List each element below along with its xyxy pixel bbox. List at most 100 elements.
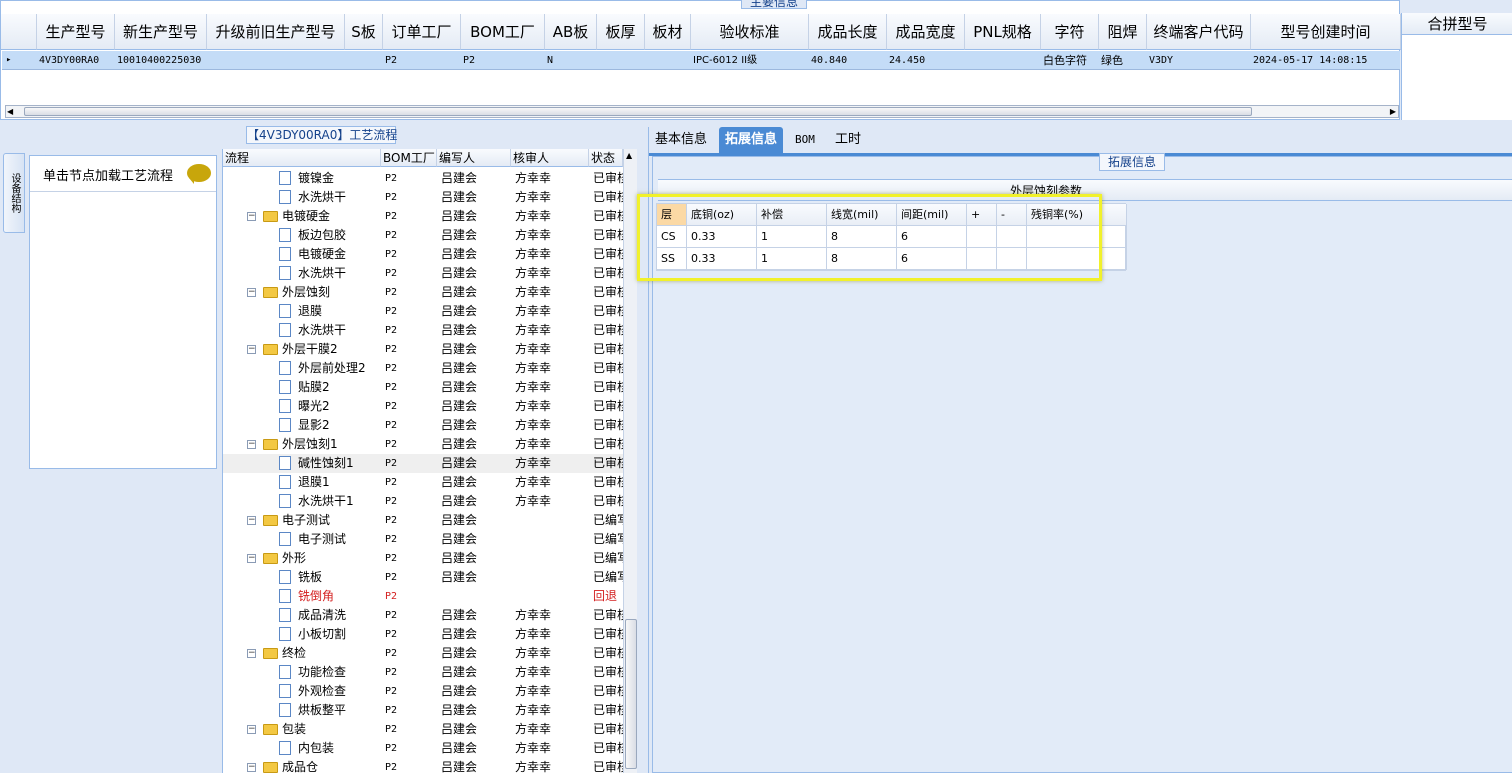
tree-column-header[interactable]: BOM工厂 (381, 149, 437, 167)
column-header[interactable]: 成品长度 (809, 14, 887, 50)
tree-cell-bom: P2 (385, 344, 398, 355)
tree-cell-writer: 吕建会 (441, 228, 478, 242)
tree-cell-reviewer: 方幸幸 (515, 722, 552, 736)
tree-row[interactable]: 退膜 P2 吕建会 方幸幸 已审核 (223, 302, 623, 321)
tab-bom[interactable]: BOM (789, 127, 821, 153)
tree-column-header[interactable]: 编写人 (437, 149, 511, 167)
node-hint-row[interactable]: 单击节点加载工艺流程 (30, 156, 216, 192)
tree-row[interactable]: − 终检 P2 吕建会 方幸幸 已审核 (223, 644, 623, 663)
column-header[interactable]: PNL规格 (965, 14, 1041, 50)
collapse-icon[interactable]: − (247, 345, 256, 354)
collapse-icon[interactable]: − (247, 288, 256, 297)
tree-column-header[interactable]: 状态 (589, 149, 623, 167)
column-header[interactable]: S板 (345, 14, 383, 50)
column-header[interactable]: AB板 (545, 14, 597, 50)
tree-row[interactable]: 内包装 P2 吕建会 方幸幸 已审核 (223, 739, 623, 758)
collapse-icon[interactable]: − (247, 554, 256, 563)
cell-production-model[interactable]: 4V3DY00RA0 (37, 51, 115, 70)
tree-row[interactable]: − 外层蚀刻 P2 吕建会 方幸幸 已审核 (223, 283, 623, 302)
column-header[interactable]: 订单工厂 (383, 14, 461, 50)
column-header[interactable]: BOM工厂 (461, 14, 545, 50)
cell-solder-mask[interactable]: 绿色 (1099, 51, 1147, 70)
collapse-icon[interactable]: − (247, 649, 256, 658)
column-header[interactable]: 板厚 (597, 14, 645, 50)
tree-column-header[interactable]: 流程 (223, 149, 381, 167)
tree-row[interactable]: − 外层干膜2 P2 吕建会 方幸幸 已审核 (223, 340, 623, 359)
scrollbar-thumb[interactable] (24, 107, 1252, 116)
column-header[interactable]: 验收标准 (691, 14, 809, 50)
tree-row[interactable]: 电镀硬金 P2 吕建会 方幸幸 已审核 (223, 245, 623, 264)
cell-character[interactable]: 白色字符 (1041, 51, 1099, 70)
column-header[interactable]: 字符 (1041, 14, 1099, 50)
cell-material[interactable] (645, 51, 691, 70)
tree-row[interactable]: 外观检查 P2 吕建会 方幸幸 已审核 (223, 682, 623, 701)
cell-customer-code[interactable]: V3DY (1147, 51, 1251, 70)
tree-row[interactable]: 镀镍金 P2 吕建会 方幸幸 已审核 (223, 169, 623, 188)
column-header[interactable]: 型号创建时间 (1251, 14, 1401, 50)
cell-thickness[interactable] (597, 51, 645, 70)
collapse-icon[interactable]: − (247, 516, 256, 525)
tree-row[interactable]: 电子测试 P2 吕建会 已编写 (223, 530, 623, 549)
cell-new-model[interactable]: 10010400225030 (115, 51, 207, 70)
cell-width[interactable]: 24.450 (887, 51, 965, 70)
cell-order-factory[interactable]: P2 (383, 51, 461, 70)
cell-pnl[interactable] (965, 51, 1041, 70)
column-header[interactable]: 升级前旧生产型号 (207, 14, 345, 50)
tab-extended-info[interactable]: 拓展信息 (719, 127, 784, 153)
tree-column-header[interactable]: 核审人 (511, 149, 589, 167)
tree-row[interactable]: − 电子测试 P2 吕建会 已编写 (223, 511, 623, 530)
column-header[interactable]: 阻焊 (1099, 14, 1147, 50)
collapse-icon[interactable]: − (247, 763, 256, 772)
tree-row[interactable]: − 外层蚀刻1 P2 吕建会 方幸幸 已审核 (223, 435, 623, 454)
document-icon (279, 494, 291, 508)
tree-cell-writer: 吕建会 (441, 456, 478, 470)
tree-cell-status: 已审核 (593, 684, 623, 698)
scroll-right-icon[interactable]: ▶ (1390, 107, 1396, 116)
cell-length[interactable]: 40.840 (809, 51, 887, 70)
cell-bom-factory[interactable]: P2 (461, 51, 545, 70)
tree-row[interactable]: 水洗烘干1 P2 吕建会 方幸幸 已审核 (223, 492, 623, 511)
horizontal-scrollbar[interactable]: ◀ ▶ (5, 105, 1399, 118)
collapse-icon[interactable]: − (247, 725, 256, 734)
cell-ab-board[interactable]: N (545, 51, 597, 70)
tree-row[interactable]: 功能检查 P2 吕建会 方幸幸 已审核 (223, 663, 623, 682)
cell-acceptance[interactable]: IPC-6012 II级 (691, 51, 809, 70)
tree-row[interactable]: 碱性蚀刻1 P2 吕建会 方幸幸 已审核 (223, 454, 623, 473)
cell-created[interactable]: 2024-05-17 14:08:15 (1251, 51, 1399, 70)
tree-row[interactable]: 水洗烘干 P2 吕建会 方幸幸 已审核 (223, 188, 623, 207)
scrollbar-thumb[interactable] (625, 619, 637, 769)
tree-row[interactable]: 显影2 P2 吕建会 方幸幸 已审核 (223, 416, 623, 435)
tree-row[interactable]: 贴膜2 P2 吕建会 方幸幸 已审核 (223, 378, 623, 397)
tree-row[interactable]: − 外形 P2 吕建会 已编写 (223, 549, 623, 568)
tree-row[interactable]: 水洗烘干 P2 吕建会 方幸幸 已审核 (223, 264, 623, 283)
column-header[interactable]: 新生产型号 (115, 14, 207, 50)
scroll-up-icon[interactable]: ▲ (626, 151, 632, 160)
cell-old-model[interactable] (207, 51, 345, 70)
tree-row[interactable]: − 包装 P2 吕建会 方幸幸 已审核 (223, 720, 623, 739)
merge-model-header[interactable]: 合拼型号 (1402, 13, 1512, 35)
tree-row[interactable]: 铣板 P2 吕建会 已编写 (223, 568, 623, 587)
tab-work-hours[interactable]: 工时 (829, 127, 867, 153)
tree-row[interactable]: 板边包胶 P2 吕建会 方幸幸 已审核 (223, 226, 623, 245)
tree-row[interactable]: 外层前处理2 P2 吕建会 方幸幸 已审核 (223, 359, 623, 378)
vertical-scrollbar[interactable]: ▲ (623, 149, 637, 773)
tree-row[interactable]: 曝光2 P2 吕建会 方幸幸 已审核 (223, 397, 623, 416)
collapse-icon[interactable]: − (247, 440, 256, 449)
equipment-structure-tab[interactable]: 设备结构 (3, 153, 25, 233)
collapse-icon[interactable]: − (247, 212, 256, 221)
tree-row[interactable]: 小板切割 P2 吕建会 方幸幸 已审核 (223, 625, 623, 644)
tree-row[interactable]: − 成品仓 P2 吕建会 方幸幸 已审核 (223, 758, 623, 773)
tree-row[interactable]: 铣倒角 P2 回退 (223, 587, 623, 606)
scroll-left-icon[interactable]: ◀ (7, 107, 13, 116)
column-header[interactable]: 生产型号 (37, 14, 115, 50)
tab-basic-info[interactable]: 基本信息 (649, 127, 713, 153)
column-header[interactable]: 终端客户代码 (1147, 14, 1251, 50)
tree-row[interactable]: − 电镀硬金 P2 吕建会 方幸幸 已审核 (223, 207, 623, 226)
cell-s-board[interactable] (345, 51, 383, 70)
tree-row[interactable]: 成品清洗 P2 吕建会 方幸幸 已审核 (223, 606, 623, 625)
tree-row[interactable]: 退膜1 P2 吕建会 方幸幸 已审核 (223, 473, 623, 492)
column-header[interactable]: 成品宽度 (887, 14, 965, 50)
column-header[interactable]: 板材 (645, 14, 691, 50)
tree-row[interactable]: 烘板整平 P2 吕建会 方幸幸 已审核 (223, 701, 623, 720)
tree-row[interactable]: 水洗烘干 P2 吕建会 方幸幸 已审核 (223, 321, 623, 340)
